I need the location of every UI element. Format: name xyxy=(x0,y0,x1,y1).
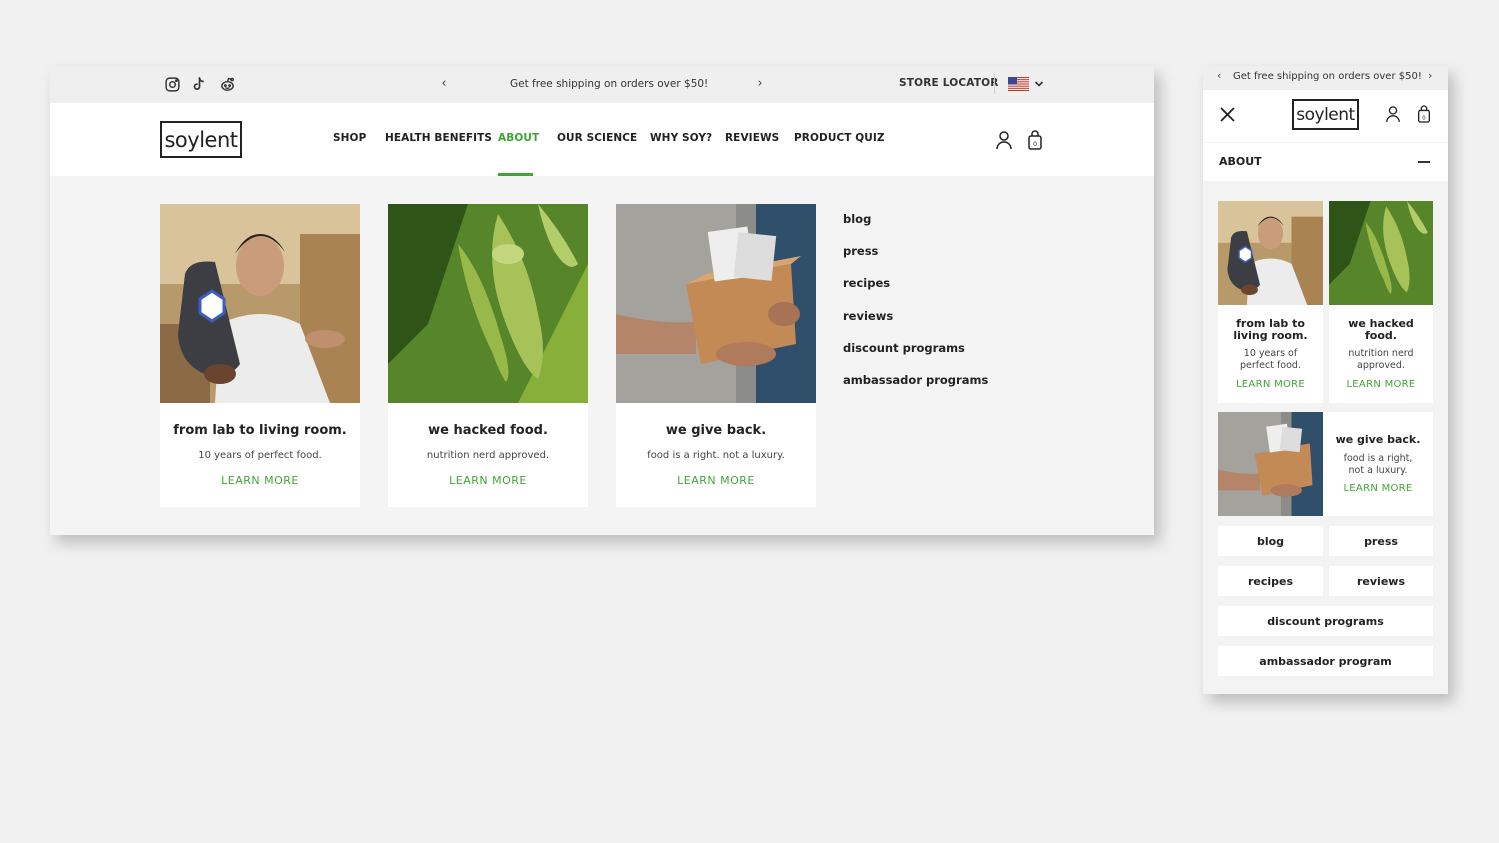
nav-reviews[interactable]: REVIEWS xyxy=(725,132,779,144)
chevron-down-icon[interactable] xyxy=(1033,76,1045,92)
announcement-text: Get free shipping on orders over $50! xyxy=(1233,71,1422,82)
card-subtitle-line2: perfect food. xyxy=(1240,360,1301,371)
card-title: we hacked food. xyxy=(428,423,548,438)
close-icon[interactable] xyxy=(1220,107,1235,122)
prev-announcement-button[interactable]: ‹ xyxy=(1217,69,1221,82)
card-lab-to-living-room[interactable]: from lab to living room. 10 years of per… xyxy=(160,204,360,507)
collapse-icon[interactable] xyxy=(1418,161,1430,163)
nav-shop[interactable]: SHOP xyxy=(333,132,366,144)
soylent-logo[interactable]: soylent xyxy=(160,121,242,158)
learn-more-link[interactable]: LEARN MORE xyxy=(1218,379,1323,390)
nav-our-science[interactable]: OUR SCIENCE xyxy=(557,132,637,144)
mobile-announcement-bar: ‹ Get free shipping on orders over $50! … xyxy=(1203,66,1448,90)
store-locator-link[interactable]: STORE LOCATOR xyxy=(899,77,999,89)
link-ambassador-program[interactable]: ambassador program xyxy=(1218,646,1433,676)
card-subtitle-line2: not a luxury. xyxy=(1348,465,1408,476)
account-icon[interactable] xyxy=(1385,105,1401,123)
card-subtitle: 10 years of perfect food. xyxy=(198,450,322,461)
soybean-pods-image xyxy=(1329,201,1433,305)
link-reviews[interactable]: reviews xyxy=(1329,566,1433,596)
desktop-frame: ‹ Get free shipping on orders over $50! … xyxy=(50,66,1154,535)
main-navigation: soylent SHOP HEALTH BENEFITS ABOUT OUR S… xyxy=(50,103,1154,176)
donation-box-image xyxy=(1218,412,1323,516)
section-label: ABOUT xyxy=(1219,155,1262,168)
soybean-pods-image xyxy=(388,204,588,403)
card-title: from lab to living room. xyxy=(173,423,347,438)
card-subtitle-line1: 10 years of xyxy=(1243,348,1298,359)
learn-more-link[interactable]: LEARN MORE xyxy=(388,474,588,487)
link-ambassador-programs[interactable]: ambassador programs xyxy=(843,373,988,405)
next-announcement-button[interactable]: › xyxy=(1428,69,1432,82)
card-subtitle: food is a right. not a luxury. xyxy=(647,450,785,461)
card-give-back[interactable]: we give back. food is a right. not a lux… xyxy=(616,204,816,507)
active-nav-underline xyxy=(498,173,533,176)
link-reviews[interactable]: reviews xyxy=(843,309,988,341)
card-subtitle: nutrition nerd approved. xyxy=(426,450,550,461)
soylent-logo[interactable]: soylent xyxy=(1292,99,1359,130)
announcement-text: Get free shipping on orders over $50! xyxy=(510,78,709,90)
svg-text:0: 0 xyxy=(1422,115,1426,121)
link-discount-programs[interactable]: discount programs xyxy=(1218,606,1433,636)
card-subtitle-line1: food is a right, xyxy=(1343,453,1413,464)
card-subtitle-line1: nutrition nerd xyxy=(1348,348,1414,359)
learn-more-link[interactable]: LEARN MORE xyxy=(1328,483,1428,494)
learn-more-link[interactable]: LEARN MORE xyxy=(160,474,360,487)
card-title-line2: living room. xyxy=(1233,329,1308,342)
card-hacked-food[interactable]: we hacked food. nutrition nerd approved.… xyxy=(388,204,588,507)
mobile-header: soylent 0 xyxy=(1203,90,1448,142)
about-links-list: blog press recipes reviews discount prog… xyxy=(843,212,988,405)
svg-text:0: 0 xyxy=(1033,141,1037,148)
learn-more-link[interactable]: LEARN MORE xyxy=(1329,379,1433,390)
cart-icon[interactable]: 0 xyxy=(1416,105,1432,123)
person-holding-bag-image xyxy=(160,204,360,403)
announcement-bar: ‹ Get free shipping on orders over $50! … xyxy=(50,66,1154,103)
account-icon[interactable] xyxy=(995,130,1013,150)
donation-box-image xyxy=(616,204,816,403)
card-give-back[interactable]: we give back. food is a right, not a lux… xyxy=(1218,412,1433,516)
nav-about[interactable]: ABOUT xyxy=(498,132,539,144)
prev-announcement-button[interactable]: ‹ xyxy=(437,75,451,93)
learn-more-link[interactable]: LEARN MORE xyxy=(616,474,816,487)
us-flag-icon[interactable] xyxy=(1008,77,1029,91)
nav-product-quiz[interactable]: PRODUCT QUIZ xyxy=(794,132,885,144)
person-holding-bag-image xyxy=(1218,201,1323,305)
card-title: we give back. xyxy=(665,423,767,438)
tiktok-icon[interactable] xyxy=(191,76,208,93)
link-recipes[interactable]: recipes xyxy=(843,276,988,308)
nav-health-benefits[interactable]: HEALTH BENEFITS xyxy=(385,132,492,144)
instagram-icon[interactable] xyxy=(164,76,181,93)
card-title-line2: food. xyxy=(1365,329,1397,342)
mobile-frame: ‹ Get free shipping on orders over $50! … xyxy=(1203,66,1448,694)
link-press[interactable]: press xyxy=(843,244,988,276)
reddit-icon[interactable] xyxy=(219,76,236,93)
card-title: we give back. xyxy=(1335,433,1421,446)
link-blog[interactable]: blog xyxy=(843,212,988,244)
link-press[interactable]: press xyxy=(1329,526,1433,556)
nav-why-soy[interactable]: WHY SOY? xyxy=(650,132,712,144)
divider xyxy=(994,74,995,94)
card-hacked-food[interactable]: we hacked food. nutrition nerd approved.… xyxy=(1329,201,1433,403)
card-subtitle-line2: approved. xyxy=(1357,360,1405,371)
link-recipes[interactable]: recipes xyxy=(1218,566,1323,596)
link-blog[interactable]: blog xyxy=(1218,526,1323,556)
next-announcement-button[interactable]: › xyxy=(753,75,767,93)
card-lab-to-living-room[interactable]: from lab to living room. 10 years of per… xyxy=(1218,201,1323,403)
cart-icon[interactable]: 0 xyxy=(1026,130,1044,150)
link-discount-programs[interactable]: discount programs xyxy=(843,341,988,373)
about-section-header[interactable]: ABOUT xyxy=(1203,143,1448,181)
